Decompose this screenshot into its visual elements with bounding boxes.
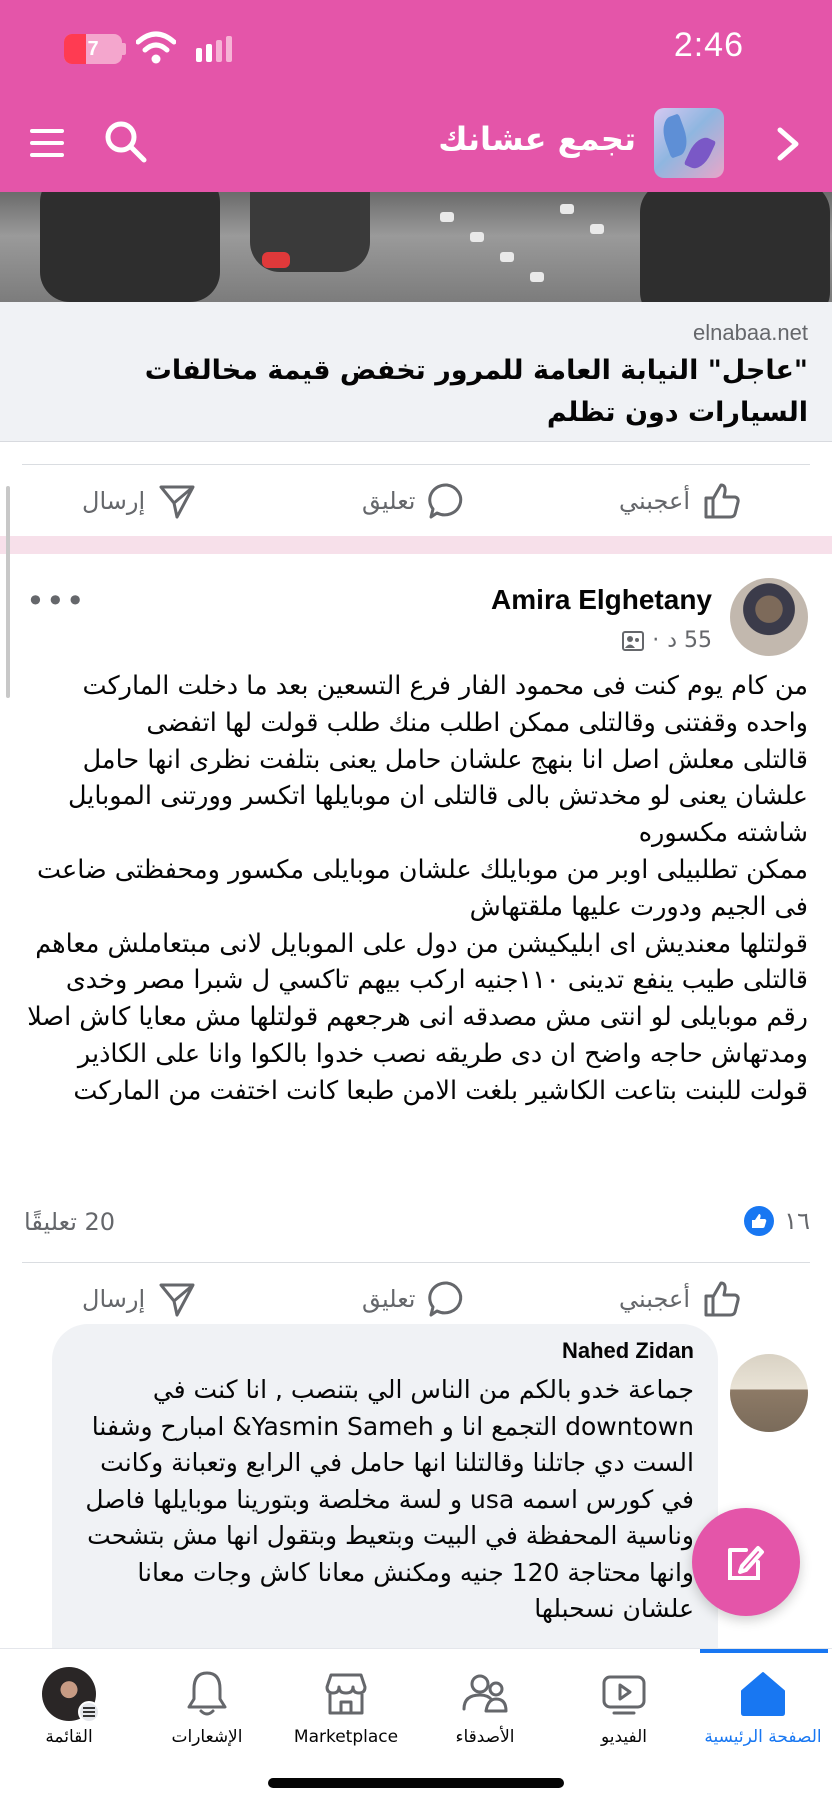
store-icon [325, 1673, 367, 1715]
search-icon[interactable] [102, 118, 148, 164]
nav-menu[interactable]: القائمة [0, 1667, 138, 1767]
post-time[interactable]: 55 د [667, 628, 712, 653]
group-header: تجمع عشانك [0, 96, 832, 192]
comment-text: جماعة خدو بالكم من الناس الي بتنصب , انا… [85, 1375, 694, 1623]
post-stats: ١٦ 20 تعليقًا [24, 1204, 810, 1244]
nav-label: Marketplace [293, 1727, 399, 1747]
nav-video[interactable]: الفيديو [555, 1667, 693, 1767]
battery-icon: 7 [64, 34, 122, 64]
menu-icon[interactable] [28, 124, 66, 162]
comment-button[interactable]: تعليق [362, 479, 467, 523]
thumbs-up-icon [704, 483, 740, 519]
nav-label: الأصدقاء [455, 1727, 515, 1747]
battery-tip [122, 43, 126, 55]
top-bar: 7 2:46 تجمع عشانك [0, 0, 832, 192]
link-preview[interactable]: elnabaa.net "عاجل" النيابة العامة للمرور… [0, 302, 832, 442]
comment-icon [428, 483, 463, 519]
edit-icon [728, 1546, 764, 1580]
cellular-signal-icon [196, 36, 232, 62]
nav-friends[interactable]: الأصدقاء [416, 1667, 554, 1767]
comment-button[interactable]: تعليق [362, 1277, 467, 1321]
nav-marketplace[interactable]: Marketplace [277, 1667, 415, 1767]
send-label: إرسال [82, 1285, 146, 1313]
chevron-right-icon[interactable] [772, 126, 802, 162]
reaction-summary[interactable]: ١٦ [744, 1206, 810, 1236]
group-avatar[interactable] [654, 108, 724, 178]
action-bar: أعجبني تعليق إرسال [22, 464, 810, 536]
nav-notifications[interactable]: الإشعارات [138, 1667, 276, 1767]
clock: 2:46 [673, 26, 744, 64]
scroll-indicator [6, 486, 10, 698]
nav-label: الصفحة الرئيسية [704, 1727, 822, 1747]
bell-icon [187, 1671, 227, 1716]
status-bar: 7 2:46 [0, 0, 832, 96]
nav-label: القائمة [45, 1727, 93, 1747]
like-label: أعجبني [619, 487, 690, 515]
comment-author[interactable]: Nahed Zidan [562, 1338, 694, 1364]
post-body: من كام يوم كنت فى محمود الفار فرع التسعي… [27, 671, 808, 1106]
group-title[interactable]: تجمع عشانك [438, 120, 636, 158]
home-icon [741, 1672, 785, 1716]
video-icon [602, 1675, 646, 1715]
like-button[interactable]: أعجبني [619, 1277, 742, 1321]
author-avatar[interactable] [730, 578, 808, 656]
meta-separator: · [652, 628, 660, 653]
friends-icon [462, 1674, 508, 1713]
send-icon [159, 1283, 195, 1317]
nav-home[interactable]: الصفحة الرئيسية [694, 1667, 832, 1767]
group-members-icon [622, 630, 645, 651]
nav-label: الفيديو [600, 1727, 648, 1747]
thumbs-up-icon [704, 1281, 740, 1317]
profile-avatar-icon [42, 1667, 100, 1723]
like-reaction-icon [744, 1206, 775, 1236]
link-domain: elnabaa.net [693, 320, 808, 345]
comment-label: تعليق [362, 1285, 416, 1313]
compose-button[interactable] [692, 1508, 800, 1616]
more-options-icon[interactable]: ••• [26, 582, 86, 620]
like-count: ١٦ [784, 1207, 810, 1235]
send-button[interactable]: إرسال [82, 479, 197, 523]
send-icon [159, 485, 195, 519]
commenter-avatar[interactable] [730, 1354, 808, 1432]
link-title: "عاجل" النيابة العامة للمرور تخفض قيمة م… [144, 355, 808, 428]
link-preview-image[interactable] [0, 192, 832, 302]
send-button[interactable]: إرسال [82, 1277, 197, 1321]
post-author[interactable]: Amira Elghetany [491, 584, 712, 616]
like-label: أعجبني [619, 1285, 690, 1313]
home-indicator [268, 1778, 564, 1788]
wifi-icon [136, 31, 176, 64]
comment-label: تعليق [362, 487, 416, 515]
post-meta: 55 د · [622, 628, 712, 653]
post-divider [0, 536, 832, 554]
comment-icon [428, 1281, 463, 1317]
send-label: إرسال [82, 487, 146, 515]
active-tab-indicator [700, 1649, 828, 1653]
battery-level: 7 [87, 37, 99, 60]
nav-label: الإشعارات [171, 1727, 243, 1747]
comment-count[interactable]: 20 تعليقًا [24, 1208, 115, 1236]
like-button[interactable]: أعجبني [619, 479, 742, 523]
